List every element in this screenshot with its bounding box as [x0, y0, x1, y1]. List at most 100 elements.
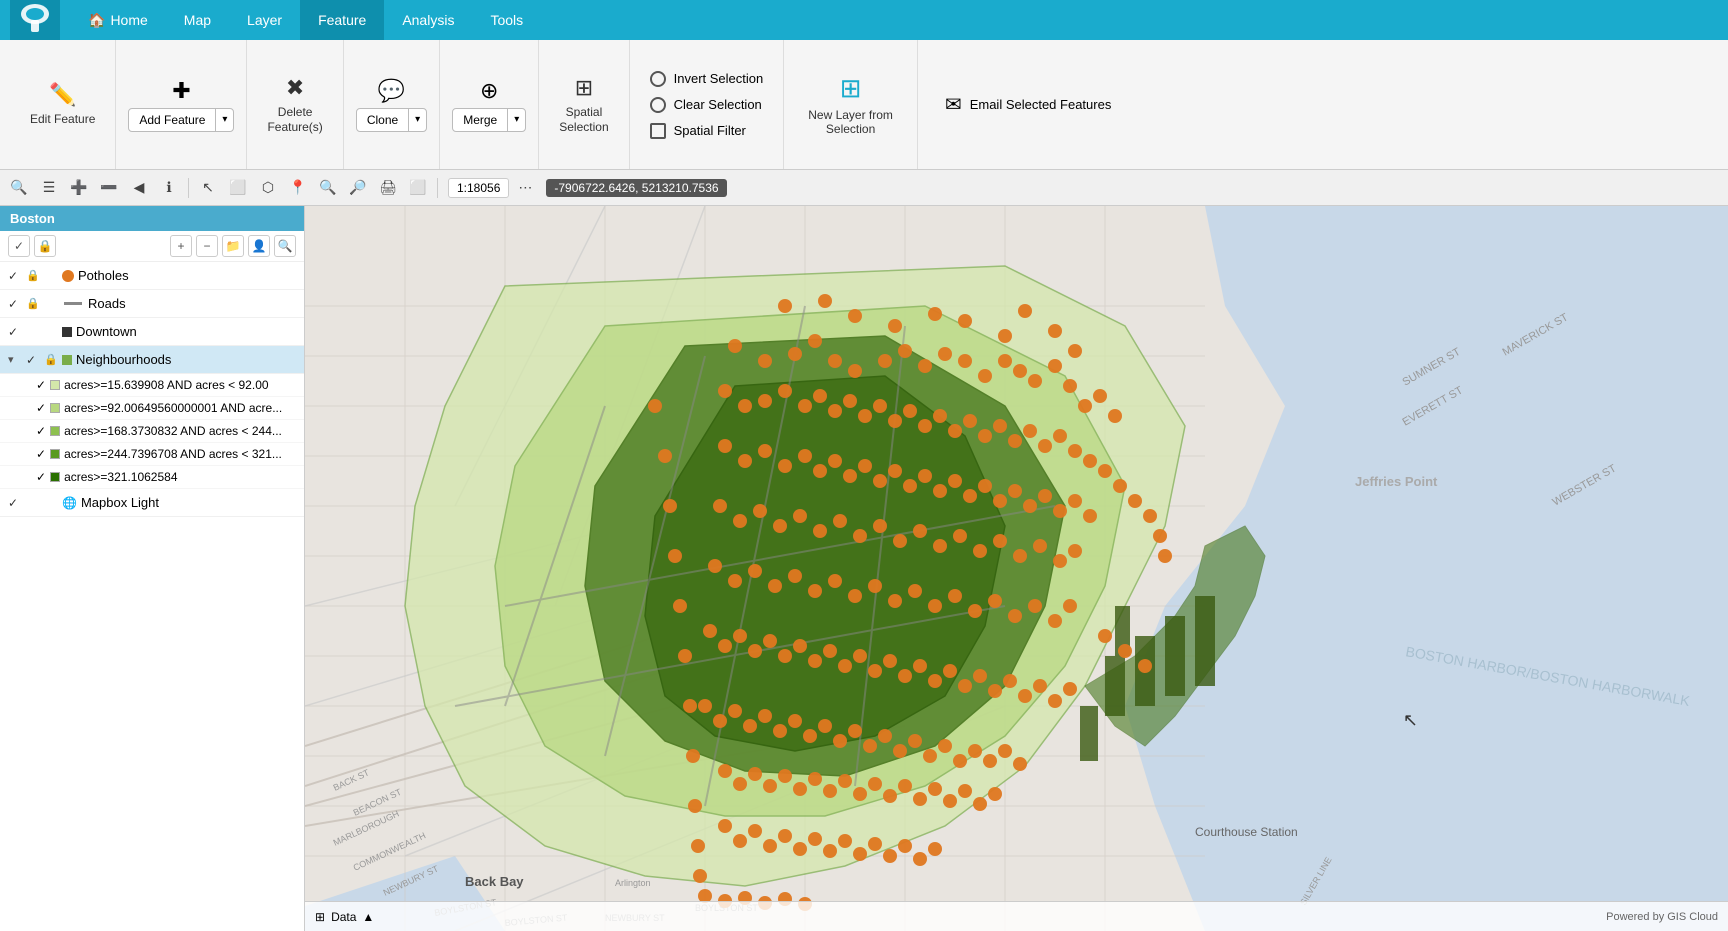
add-layer-sidebar-button[interactable]: + [170, 235, 192, 257]
nav-layer[interactable]: Layer [229, 0, 300, 40]
polygon-select-button[interactable]: ⬡ [254, 174, 282, 202]
sublayer-5[interactable]: ✓ acres>=321.1062584 [0, 466, 304, 489]
remove-layer-button[interactable]: ➖ [95, 174, 123, 202]
nav-home[interactable]: 🏠 Home [70, 0, 166, 40]
table-icon: ⊞ [315, 910, 325, 924]
clear-selection-button[interactable]: Clear Selection [645, 94, 769, 116]
svg-text:Arlington: Arlington [615, 878, 651, 888]
spatial-selection-button[interactable]: ⊞ SpatialSelection [551, 69, 616, 140]
invert-selection-button[interactable]: Invert Selection [645, 68, 769, 90]
app-logo[interactable] [10, 0, 60, 40]
downtown-square-icon [62, 327, 72, 337]
sublayer-2[interactable]: ✓ acres>=92.00649560000001 AND acre... [0, 397, 304, 420]
rectangle-select-button[interactable]: ⬜ [224, 174, 252, 202]
mapbox-name: Mapbox Light [81, 495, 159, 510]
sublayer-5-check: ✓ [36, 470, 46, 484]
sublayer-1-label: acres>=15.639908 AND acres < 92.00 [64, 378, 268, 392]
attribution: Powered by GIS Cloud [1606, 911, 1718, 923]
nav-back-button[interactable]: ◀ [125, 174, 153, 202]
folder-button[interactable]: 📁 [222, 235, 244, 257]
clone-arrow-icon: ▾ [409, 110, 426, 129]
spatial-selection-label: SpatialSelection [559, 105, 608, 134]
data-table-button[interactable]: ⊞ Data ▲ [315, 910, 374, 924]
spatial-selection-icon: ⊞ [575, 75, 593, 101]
nav-tools-label: Tools [490, 12, 523, 28]
new-layer-group: ⊞ New Layer fromSelection [784, 40, 918, 169]
layer-item-mapbox[interactable]: ✓ 🔒 🌐 Mapbox Light [0, 489, 304, 517]
layer-list: ✓ 🔒 Potholes ✓ 🔒 Roads ✓ 🔒 Downtown [0, 262, 304, 931]
home-icon: 🏠 [88, 12, 105, 29]
city-label: Boston [10, 211, 55, 226]
layer-list-button[interactable]: ☰ [35, 174, 63, 202]
sublayer-4[interactable]: ✓ acres>=244.7396708 AND acres < 321... [0, 443, 304, 466]
spatial-selection-group: ⊞ SpatialSelection [539, 40, 629, 169]
check-all-button[interactable]: ✓ [8, 235, 30, 257]
info-button[interactable]: ℹ [155, 174, 183, 202]
sublayer-3-label: acres>=168.3730832 AND acres < 244... [64, 424, 282, 438]
svg-text:Courthouse Station: Courthouse Station [1195, 825, 1298, 839]
merge-label: Merge [453, 109, 508, 131]
mapbox-globe-icon: 🌐 [62, 496, 77, 510]
map-view[interactable]: SUMNER ST MAVERICK ST EVERETT ST Jeffrie… [305, 206, 1728, 931]
neighbourhoods-square-icon [62, 355, 72, 365]
neighbourhoods-expand: ▾ [8, 353, 22, 366]
email-label: Email Selected Features [970, 97, 1112, 112]
delete-icon: ✖ [286, 75, 304, 101]
nav-map[interactable]: Map [166, 0, 229, 40]
extent-button[interactable]: ⬜ [404, 174, 432, 202]
delete-feature-button[interactable]: ✖ DeleteFeature(s) [259, 69, 330, 140]
new-layer-label: New Layer fromSelection [808, 108, 893, 136]
user-button[interactable]: 👤 [248, 235, 270, 257]
edit-feature-label: Edit Feature [30, 112, 95, 126]
email-button[interactable]: ✉ Email Selected Features [930, 92, 1126, 117]
roads-name: Roads [88, 296, 126, 311]
sublayer-2-label: acres>=92.00649560000001 AND acre... [64, 401, 282, 415]
nav-feature-label: Feature [318, 12, 366, 28]
scale-indicator: 1:18056 [448, 178, 509, 198]
merge-arrow-icon: ▾ [508, 110, 525, 129]
search-layer-button[interactable]: 🔍 [274, 235, 296, 257]
nav-tools[interactable]: Tools [472, 0, 541, 40]
svg-text:Back Bay: Back Bay [465, 874, 524, 889]
edit-feature-group: ✏️ Edit Feature [10, 40, 116, 169]
spatial-filter-button[interactable]: Spatial Filter [645, 120, 769, 142]
potholes-color-icon [62, 270, 74, 282]
measure-button[interactable]: 📍 [284, 174, 312, 202]
add-feature-button[interactable]: Add Feature ▾ [128, 108, 234, 132]
roads-line-icon [64, 302, 82, 305]
layer-item-roads[interactable]: ✓ 🔒 Roads [0, 290, 304, 318]
nav-analysis[interactable]: Analysis [384, 0, 472, 40]
mapbox-lock: 🔒 [26, 496, 40, 509]
layer-item-neighbourhoods[interactable]: ▾ ✓ 🔒 Neighbourhoods [0, 346, 304, 374]
sublayer-3[interactable]: ✓ acres>=168.3730832 AND acres < 244... [0, 420, 304, 443]
more-options-button[interactable]: ⋯ [511, 174, 539, 202]
print-button[interactable]: 🖨 [374, 174, 402, 202]
clear-selection-label: Clear Selection [674, 97, 762, 112]
lock-button[interactable]: 🔒 [34, 235, 56, 257]
layer-item-downtown[interactable]: ✓ 🔒 Downtown [0, 318, 304, 346]
clone-button[interactable]: Clone ▾ [356, 108, 427, 132]
nav-feature[interactable]: Feature [300, 0, 384, 40]
invert-selection-label: Invert Selection [674, 71, 764, 86]
remove-layer-sidebar-button[interactable]: − [196, 235, 218, 257]
sublayer-1-icon [50, 380, 60, 390]
add-layer-button[interactable]: ➕ [65, 174, 93, 202]
nav-home-label: Home [110, 12, 147, 28]
zoom-out-button[interactable]: 🔎 [344, 174, 372, 202]
layer-item-potholes[interactable]: ✓ 🔒 Potholes [0, 262, 304, 290]
zoom-in-button[interactable]: 🔍 [314, 174, 342, 202]
potholes-name: Potholes [78, 268, 129, 283]
merge-icon: ⊕ [480, 78, 498, 104]
sublayer-1[interactable]: ✓ acres>=15.639908 AND acres < 92.00 [0, 374, 304, 397]
toolbar-separator-1 [188, 178, 189, 198]
sublayer-2-check: ✓ [36, 401, 46, 415]
downtown-lock: 🔒 [26, 325, 40, 338]
merge-button[interactable]: Merge ▾ [452, 108, 526, 132]
search-button[interactable]: 🔍 [5, 174, 33, 202]
edit-feature-button[interactable]: ✏️ Edit Feature [22, 76, 103, 132]
main-content: Boston ✓ 🔒 + − 📁 👤 🔍 ✓ 🔒 Potholes ✓ [0, 206, 1728, 931]
data-arrow-icon: ▲ [362, 910, 374, 924]
select-tool-button[interactable]: ↖ [194, 174, 222, 202]
add-feature-group: ✚ Add Feature ▾ [116, 40, 247, 169]
new-layer-button[interactable]: ⊞ New Layer fromSelection [796, 65, 905, 144]
